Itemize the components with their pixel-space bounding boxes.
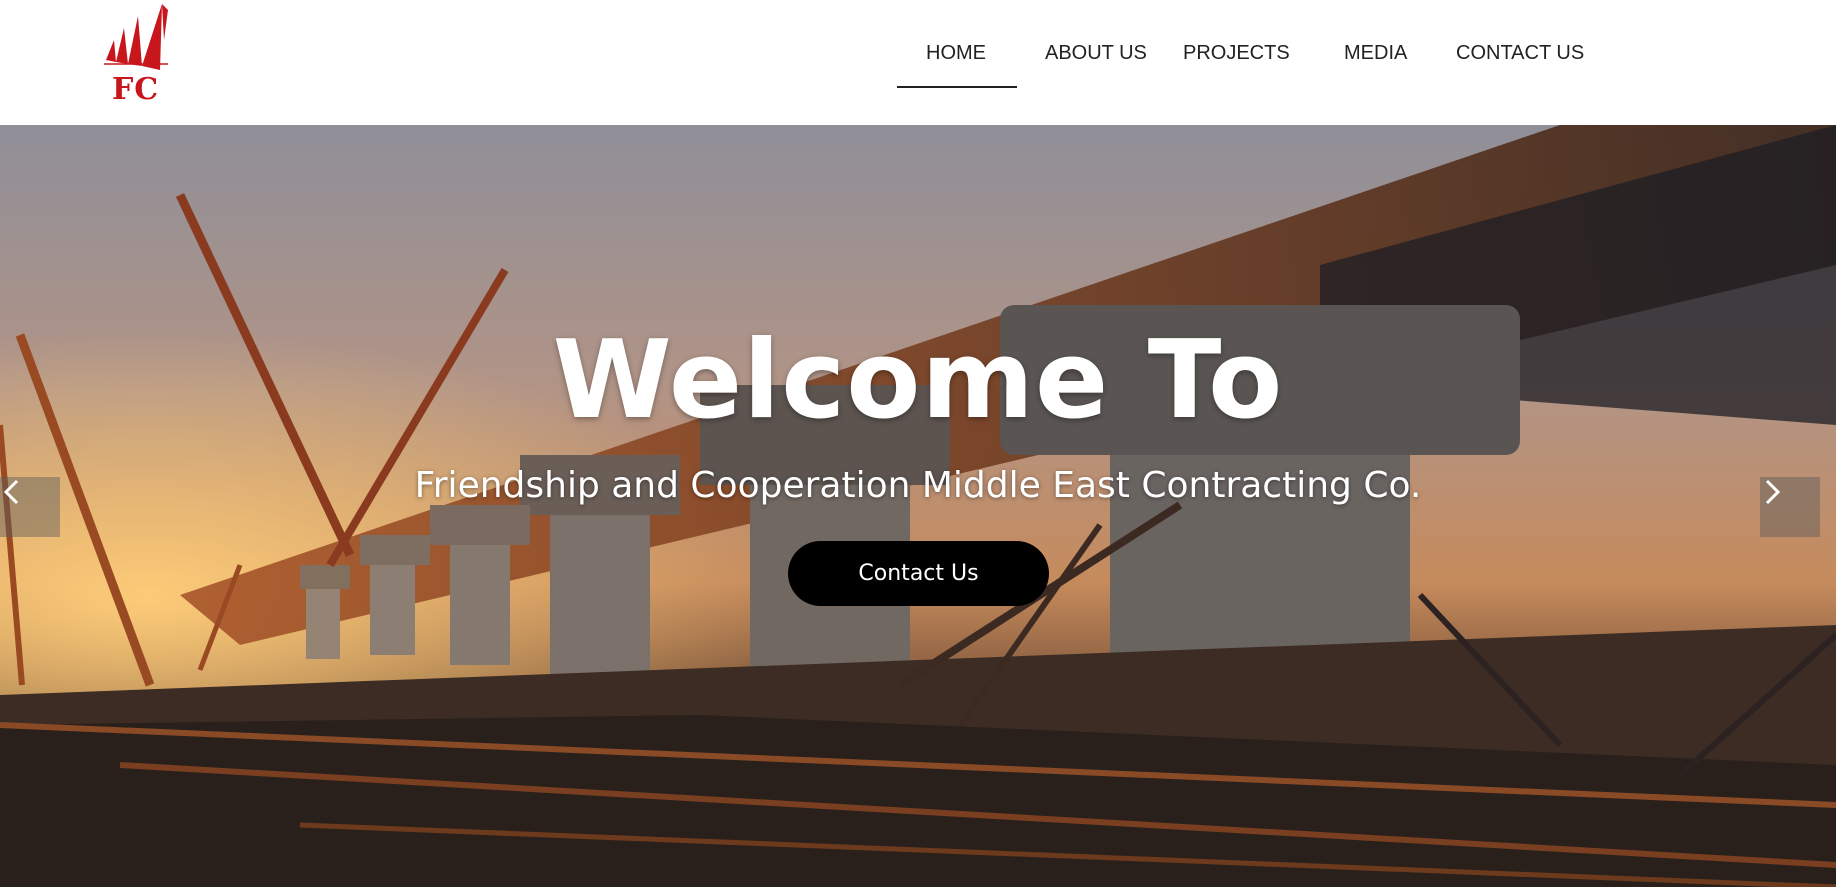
nav-item-about-us[interactable]: ABOUT US [1045,42,1147,65]
contact-us-button[interactable]: Contact Us [788,541,1049,606]
hero-title: Welcome To [552,318,1284,443]
chevron-left-icon [3,479,19,505]
nav-item-contact-us[interactable]: CONTACT US [1456,42,1584,65]
chevron-right-icon [1765,479,1781,505]
hero-slider: Welcome To Friendship and Cooperation Mi… [0,125,1836,887]
nav-item-home[interactable]: HOME [926,42,986,65]
nav-item-projects[interactable]: PROJECTS [1183,42,1290,65]
slider-prev-button[interactable] [0,477,60,537]
active-nav-indicator [897,86,1017,88]
slider-next-button[interactable] [1760,477,1820,537]
main-nav: HOME ABOUT US PROJECTS MEDIA CONTACT US [0,0,1836,125]
hero-background-image [0,125,1836,887]
site-header: FC HOME ABOUT US PROJECTS MEDIA CONTACT … [0,0,1836,125]
nav-item-media[interactable]: MEDIA [1344,42,1407,65]
hero-subtitle: Friendship and Cooperation Middle East C… [414,465,1422,506]
